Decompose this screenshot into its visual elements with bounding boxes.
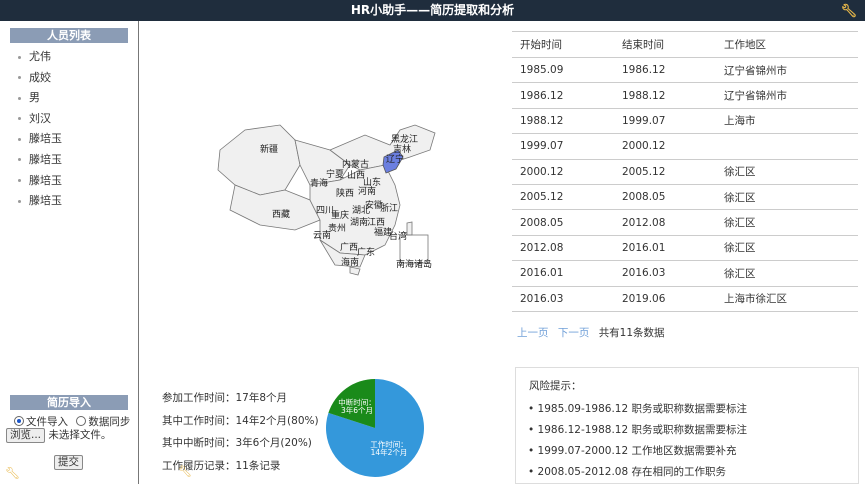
- map-label: 台湾: [389, 232, 408, 242]
- wrench-icon[interactable]: 🔧︎: [178, 465, 192, 478]
- bullet-icon: [18, 117, 21, 121]
- col-start[interactable]: 开始时间: [512, 31, 614, 58]
- pagination: 上一页 下一页 共有11条数据: [517, 325, 665, 340]
- bullet-icon: [18, 199, 21, 203]
- bullet-icon: [18, 55, 21, 59]
- person-item[interactable]: 滕培玉: [18, 191, 62, 212]
- risk-item: • 2008.05-2012.08 存在相同的工作职务: [528, 466, 726, 478]
- table-row[interactable]: 2005.12 2008.05 徐汇区: [512, 184, 858, 211]
- map-region: [217, 124, 301, 196]
- map-label: 重庆: [331, 211, 350, 221]
- stat-line: 参加工作时间：17年8个月: [162, 392, 288, 404]
- bullet-icon: [18, 137, 21, 141]
- china-map[interactable]: 新疆 西藏 青海 四川 云南 内蒙古 黑龙江 吉林 辽宁 宁夏 山西 陕西 河南…: [200, 95, 445, 280]
- bullet-icon: [18, 76, 21, 80]
- sidebar: 人员列表 尤伟 成姣 男 刘汉 滕培玉 滕培玉 滕培玉 滕培玉 简历导入 文件导…: [0, 21, 139, 484]
- map-label: 西藏: [272, 210, 291, 220]
- title-bar: HR小助手——简历提取和分析 🔧︎: [0, 0, 865, 21]
- person-item[interactable]: 尤伟: [18, 47, 62, 68]
- risk-list: • 1985.09-1986.12 职务或职称数据需要标注 • 1986.12-…: [528, 399, 747, 483]
- risk-item: • 1985.09-1986.12 职务或职称数据需要标注: [528, 403, 747, 415]
- resume-import-header: 简历导入: [10, 395, 128, 410]
- map-label: 湖南: [350, 218, 369, 228]
- bullet-icon: [18, 179, 21, 183]
- browse-button[interactable]: 浏览...: [6, 428, 46, 443]
- bullet-icon: [18, 158, 21, 162]
- total-records: 共有11条数据: [598, 327, 665, 339]
- person-item[interactable]: 成姣: [18, 68, 62, 89]
- app-title: HR小助手——简历提取和分析: [350, 3, 515, 17]
- people-list-header: 人员列表: [10, 28, 128, 43]
- col-end[interactable]: 结束时间: [614, 31, 716, 58]
- work-history-table: 开始时间 结束时间 工作地区 1985.09 1986.12 辽宁省锦州市 1986…: [512, 31, 858, 312]
- col-region[interactable]: 工作地区: [716, 31, 858, 58]
- map-label: 辽宁: [386, 155, 405, 165]
- risk-title: 风险提示：: [529, 380, 582, 392]
- person-item[interactable]: 滕培玉: [18, 171, 62, 192]
- table-row[interactable]: 2016.03 2019.06 上海市徐汇区: [512, 286, 858, 312]
- table-row[interactable]: 2000.12 2005.12 徐汇区: [512, 159, 858, 185]
- risk-item: • 1986.12-1988.12 职务或职称数据需要标注: [528, 424, 747, 436]
- wrench-icon[interactable]: 🔧︎: [5, 466, 20, 480]
- prev-page-link[interactable]: 上一页: [517, 327, 549, 339]
- map-label: 山东: [363, 178, 382, 188]
- map-label: 宁夏: [326, 170, 345, 180]
- stat-line: 其中工作时间：14年2个月(80%): [162, 414, 319, 427]
- submit-button[interactable]: 提交: [54, 455, 83, 470]
- map-label: 南海诸岛: [396, 260, 433, 270]
- map-label: 贵州: [328, 224, 347, 234]
- table-row[interactable]: 2008.05 2012.08 徐汇区: [512, 209, 858, 236]
- table-row[interactable]: 1999.07 2000.12: [512, 133, 858, 160]
- pie-work-value: 14年2个月: [371, 447, 408, 457]
- table-row[interactable]: 1988.12 1999.07 上海市: [512, 108, 858, 135]
- map-label: 陕西: [336, 189, 355, 199]
- map-label: 浙江: [380, 204, 399, 214]
- person-item[interactable]: 刘汉: [18, 109, 62, 130]
- table-header-row: 开始时间 结束时间 工作地区: [512, 31, 858, 58]
- wrench-icon[interactable]: 🔧︎: [840, 1, 857, 22]
- map-label: 广东: [357, 248, 376, 258]
- people-list: 尤伟 成姣 男 刘汉 滕培玉 滕培玉 滕培玉 滕培玉: [18, 47, 62, 212]
- table-row[interactable]: 1986.12 1988.12 辽宁省锦州市: [512, 82, 858, 109]
- bullet-icon: [18, 96, 21, 100]
- map-label: 广西: [340, 243, 359, 253]
- no-file-text: 未选择文件。: [48, 429, 112, 441]
- table-row[interactable]: 1985.09 1986.12 辽宁省锦州市: [512, 57, 858, 84]
- risk-item: • 1999.07-2000.12 工作地区数据需要补充: [528, 445, 737, 457]
- pie-break-value: 3年6个月: [341, 405, 373, 415]
- work-time-pie: 工作时间： 14年2个月 中断时间： 3年6个月: [326, 379, 424, 477]
- map-region: [349, 266, 361, 276]
- person-item[interactable]: 滕培玉: [18, 129, 62, 150]
- next-page-link[interactable]: 下一页: [558, 327, 590, 339]
- radio-data-sync[interactable]: [76, 416, 87, 426]
- map-label: 新疆: [260, 145, 279, 155]
- risk-panel: 风险提示： • 1985.09-1986.12 职务或职称数据需要标注 • 19…: [515, 367, 859, 484]
- table-row[interactable]: 2016.01 2016.03 徐汇区: [512, 260, 858, 287]
- map-region: [406, 221, 413, 236]
- stat-line: 其中中断时间：3年6个月(20%): [162, 437, 312, 449]
- person-item[interactable]: 男: [18, 88, 62, 109]
- file-picker: 浏览... 未选择文件。: [6, 427, 111, 443]
- radio-file-import[interactable]: [14, 416, 24, 426]
- map-label: 海南: [341, 258, 360, 268]
- person-item[interactable]: 滕培玉: [18, 150, 62, 171]
- work-stats: 参加工作时间：17年8个月 其中工作时间：14年2个月(80%) 其中中断时间：…: [162, 387, 319, 477]
- table-row[interactable]: 2012.08 2016.01 徐汇区: [512, 235, 858, 262]
